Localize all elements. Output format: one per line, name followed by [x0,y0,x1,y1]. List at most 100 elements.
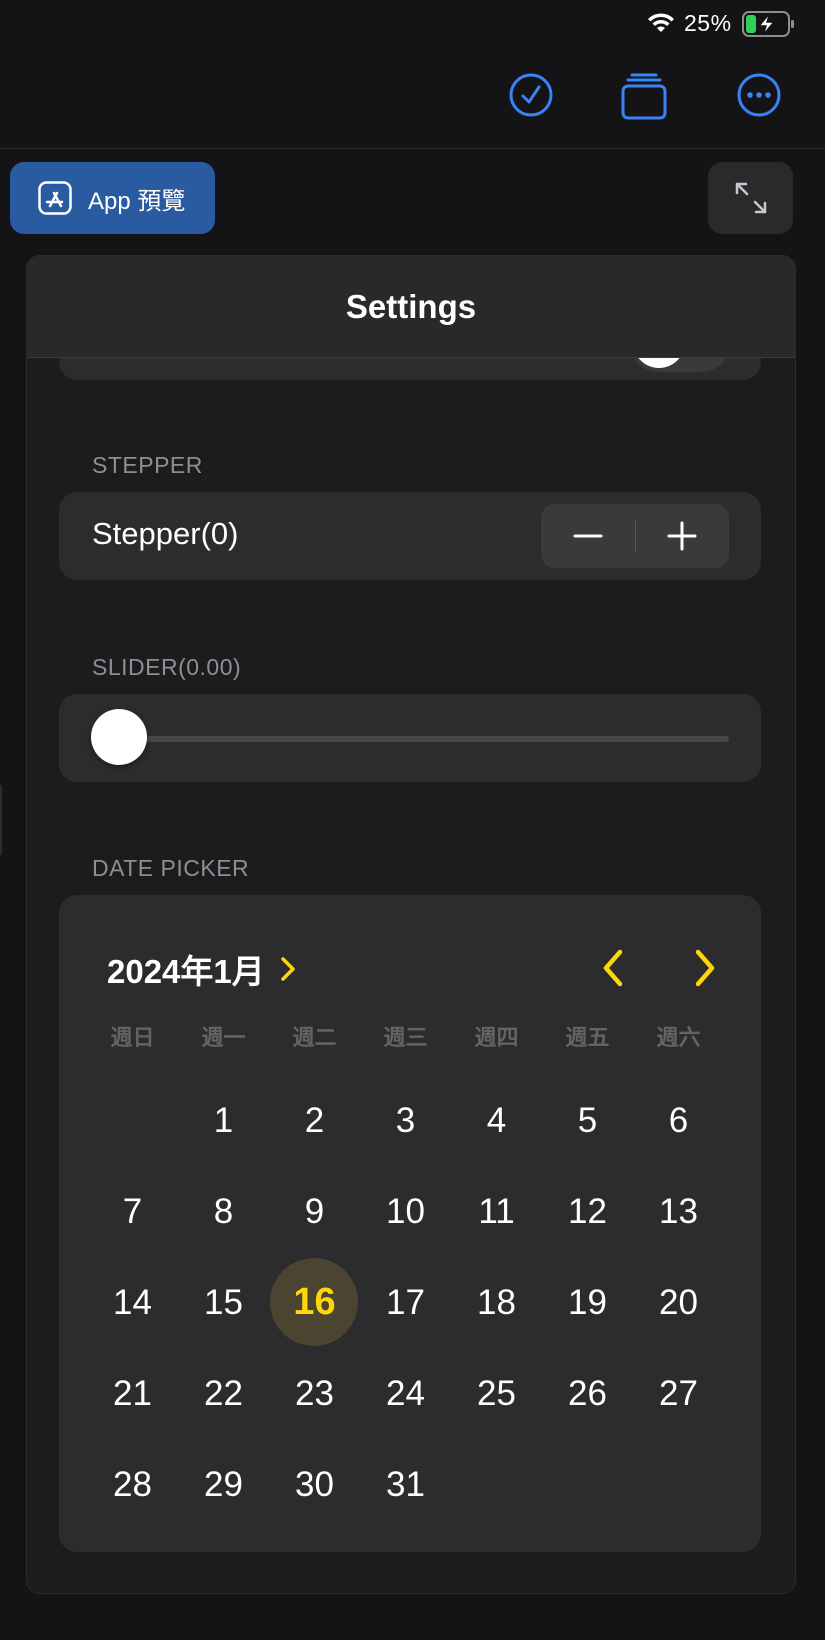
calendar-day[interactable]: 26 [542,1348,633,1439]
stepper-increment-button[interactable] [635,504,729,568]
day-number: 17 [386,1282,425,1322]
calendar-day[interactable]: 14 [87,1257,178,1348]
page-title: Settings [345,287,477,325]
checkmark-circle-icon[interactable] [507,71,555,119]
slider-section-label: SLIDER(0.00) [92,654,242,680]
day-number: 11 [478,1191,515,1231]
app-preview-button[interactable]: App 預覽 [10,162,215,234]
stepper-control [541,504,729,568]
app-preview-label: App 預覽 [88,187,186,215]
day-number: 12 [568,1191,607,1231]
calendar-day[interactable]: 17 [360,1257,451,1348]
day-number: 20 [659,1282,698,1322]
calendar-day[interactable]: 30 [269,1439,360,1530]
expand-arrows-icon [735,182,766,214]
calendar-day[interactable]: 19 [542,1257,633,1348]
day-number: 24 [386,1373,425,1413]
day-number: 8 [213,1191,234,1231]
expand-button[interactable] [708,162,793,234]
day-number: 21 [113,1373,152,1413]
more-circle-icon[interactable] [735,71,783,119]
slider-thumb[interactable] [91,709,147,765]
calendar-day[interactable]: 7 [87,1166,178,1257]
day-number: 22 [204,1373,243,1413]
calendar-day[interactable]: 29 [178,1439,269,1530]
stepper-section-label: STEPPER [92,452,203,478]
plus-icon [667,521,697,551]
calendar-day[interactable]: 12 [542,1166,633,1257]
slider-track[interactable] [91,736,729,742]
date-picker-card: 2024年1月 週日 週一 週二 週三 週四 週五 週六 1 2 3 4 5 6 7 8 9 10 11 12 13… [59,895,761,1552]
calendar-day[interactable]: 20 [633,1257,724,1348]
calendar-day[interactable]: 9 [269,1166,360,1257]
calendar-day[interactable]: 15 [178,1257,269,1348]
day-number: 27 [659,1373,698,1413]
month-year-label: 2024年1月 [107,953,265,990]
day-number: 14 [113,1282,152,1322]
weekday-label: 週四 [474,1025,519,1050]
stack-icon[interactable] [620,73,668,121]
next-month-button[interactable] [684,948,724,988]
weekday-label: 週一 [201,1025,246,1050]
calendar-day[interactable]: 5 [542,1075,633,1166]
weekday-label: 週五 [565,1025,610,1050]
battery-percent: 25% [684,10,732,36]
day-number: 16 [293,1281,336,1323]
calendar-day[interactable]: 28 [87,1439,178,1530]
slider-card [59,694,761,782]
day-number: 13 [659,1191,698,1231]
day-number: 29 [204,1464,243,1504]
calendar-day[interactable]: 25 [451,1348,542,1439]
day-number: 6 [668,1100,689,1140]
calendar-day[interactable]: 21 [87,1348,178,1439]
calendar-day[interactable]: 18 [451,1257,542,1348]
day-number: 9 [304,1191,325,1231]
selected-day[interactable]: 16 [269,1257,360,1348]
preview-panel: Settings STEPPER Stepper(0) SLIDER(0.00)… [26,255,796,1594]
calendar-day[interactable]: 22 [178,1348,269,1439]
calendar-day[interactable]: 10 [360,1166,451,1257]
day-number: 5 [577,1100,598,1140]
calendar-day[interactable]: 24 [360,1348,451,1439]
weekday-header: 週日 週一 週二 週三 週四 週五 週六 [87,1020,727,1056]
calendar-day[interactable]: 8 [178,1166,269,1257]
battery-charging-icon [742,11,794,37]
calendar-day[interactable]: 1 [178,1075,269,1166]
stepper-label: Stepper(0) [92,516,239,551]
day-number: 25 [477,1373,516,1413]
day-number: 30 [295,1464,334,1504]
weekday-label: 週二 [292,1025,337,1050]
app-store-icon [38,181,72,215]
day-number: 3 [395,1100,416,1140]
stepper-card: Stepper(0) [59,492,761,580]
day-number: 19 [568,1282,607,1322]
status-bar: 25% [0,0,825,46]
calendar-day[interactable]: 23 [269,1348,360,1439]
day-number: 18 [477,1282,516,1322]
calendar-day[interactable]: 3 [360,1075,451,1166]
calendar-day[interactable]: 6 [633,1075,724,1166]
day-number: 4 [486,1100,507,1140]
day-number: 10 [386,1191,425,1231]
day-number: 1 [213,1100,234,1140]
calendar-day[interactable]: 31 [360,1439,451,1530]
month-year-selector[interactable]: 2024年1月 [107,945,299,993]
calendar-day[interactable]: 13 [633,1166,724,1257]
day-number: 23 [295,1373,334,1413]
calendar-day[interactable]: 2 [269,1075,360,1166]
wifi-icon [648,13,674,32]
previous-month-button[interactable] [594,948,634,988]
day-number: 31 [386,1464,425,1504]
calendar-day[interactable]: 27 [633,1348,724,1439]
day-number: 7 [122,1191,143,1231]
weekday-label: 週三 [383,1025,428,1050]
chevron-right-icon [281,957,295,981]
top-toolbar [0,46,825,149]
day-number: 15 [204,1282,243,1322]
navigation-bar: Settings [27,256,795,358]
calendar-day[interactable]: 4 [451,1075,542,1166]
calendar-day[interactable]: 11 [451,1166,542,1257]
day-number: 28 [113,1464,152,1504]
stepper-decrement-button[interactable] [541,504,635,568]
date-picker-section-label: DATE PICKER [92,855,250,881]
